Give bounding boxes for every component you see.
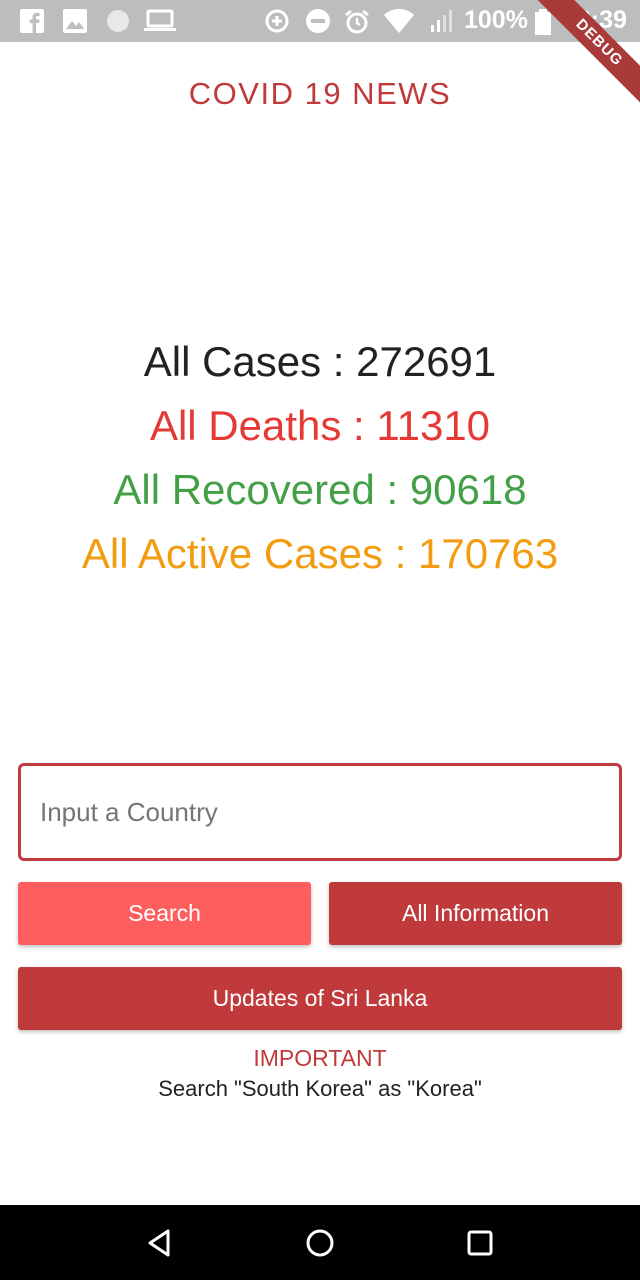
all-information-button[interactable]: All Information [329, 882, 622, 945]
important-label: IMPORTANT [253, 1045, 387, 1071]
search-hint-text: Search "South Korea" as "Korea" [158, 1076, 482, 1101]
status-bar: 100% 02:39 [0, 0, 640, 42]
sri-lanka-updates-button[interactable]: Updates of Sri Lanka [18, 967, 622, 1030]
wifi-icon [384, 9, 414, 33]
signal-icon [431, 10, 452, 32]
status-time: 02:39 [563, 6, 627, 34]
do-not-disturb-icon [306, 9, 330, 33]
facebook-icon [20, 9, 44, 33]
circle-icon [107, 10, 129, 32]
all-recovered-stat: All Recovered : 90618 [113, 466, 527, 513]
all-active-cases-stat: All Active Cases : 170763 [81, 530, 559, 577]
battery-icon [535, 9, 551, 35]
stats-panel: All Cases : 272691 All Deaths : 11310 Al… [0, 330, 640, 586]
all-cases-stat: All Cases : 272691 [143, 338, 497, 385]
alarm-icon [345, 9, 369, 34]
home-icon[interactable] [304, 1227, 336, 1259]
app-screen: 100% 02:39 DEBUG COVID 19 NEWS All Cases… [0, 0, 640, 1280]
battery-percent: 100% [464, 6, 528, 34]
all-deaths-stat: All Deaths : 11310 [149, 402, 491, 449]
image-icon [63, 9, 87, 33]
search-button[interactable]: Search [18, 882, 311, 945]
country-search-input[interactable] [18, 763, 622, 861]
laptop-icon [144, 9, 176, 31]
data-saver-icon [265, 9, 289, 33]
navigation-bar [0, 1205, 640, 1280]
recents-icon[interactable] [464, 1227, 496, 1259]
app-title: COVID 19 NEWS [188, 76, 452, 111]
back-icon[interactable] [144, 1227, 176, 1259]
